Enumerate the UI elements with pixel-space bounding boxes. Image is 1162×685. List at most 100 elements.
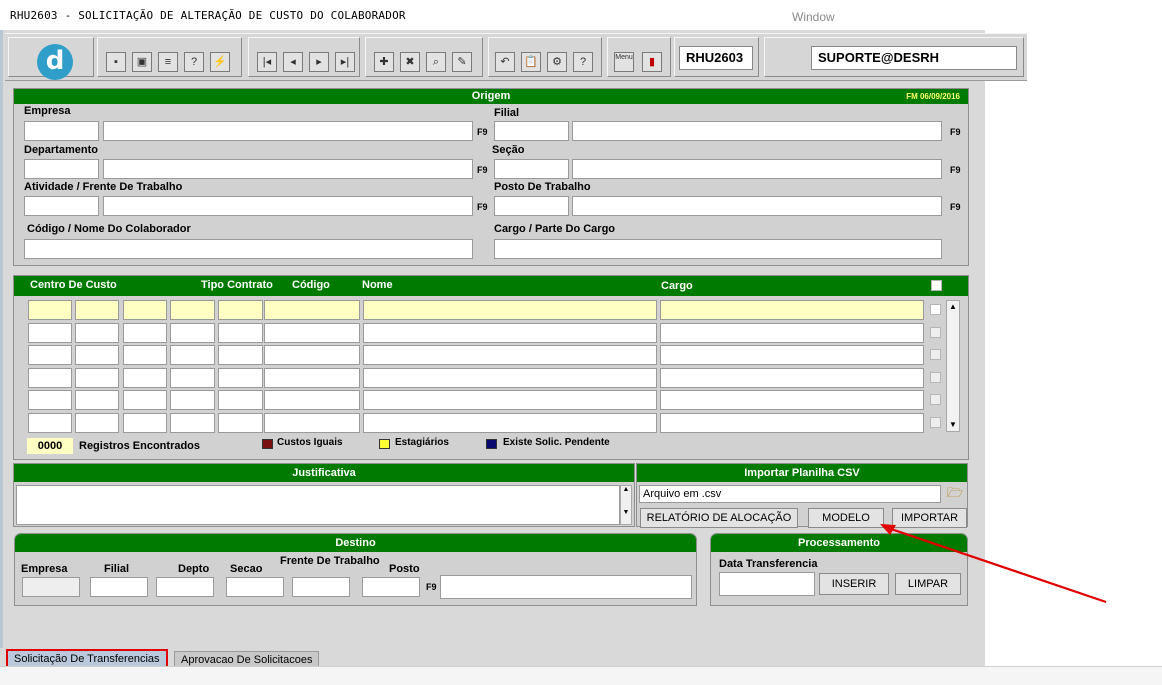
table-cell[interactable] xyxy=(75,345,119,365)
table-cell[interactable] xyxy=(170,345,215,365)
last-record-icon[interactable]: ▸| xyxy=(335,52,355,72)
delete-record-icon[interactable]: ✖ xyxy=(400,52,420,72)
origem-atividade-code-input[interactable] xyxy=(24,196,99,216)
clipboard-icon[interactable]: 📋 xyxy=(521,52,541,72)
destino-posto-code-input[interactable] xyxy=(362,577,420,597)
origem-depto-name-input[interactable] xyxy=(103,159,473,179)
origem-depto-code-input[interactable] xyxy=(24,159,99,179)
table-cell[interactable] xyxy=(218,300,263,320)
table-cell[interactable] xyxy=(28,390,72,410)
help-icon[interactable]: ? xyxy=(573,52,593,72)
table-cell[interactable] xyxy=(123,345,167,365)
origem-colaborador-input[interactable] xyxy=(24,239,473,259)
table-cell[interactable] xyxy=(170,300,215,320)
table-cell[interactable] xyxy=(218,322,263,343)
table-cell[interactable] xyxy=(123,322,167,343)
table-cell[interactable] xyxy=(660,300,924,320)
undo-icon[interactable]: ↶ xyxy=(495,52,515,72)
table-cell[interactable] xyxy=(170,322,215,343)
previous-record-icon[interactable]: ◂ xyxy=(283,52,303,72)
table-cell[interactable] xyxy=(264,367,360,388)
relatorio-alocacao-button[interactable]: RELATÓRIO DE ALOCAÇÃO xyxy=(640,508,798,528)
row-checkbox[interactable] xyxy=(930,371,941,383)
table-cell[interactable] xyxy=(75,412,119,433)
save-icon[interactable]: ▪ xyxy=(106,52,126,72)
query-icon[interactable]: ? xyxy=(184,52,204,72)
origem-filial-name-input[interactable] xyxy=(572,121,942,141)
table-cell[interactable] xyxy=(363,322,657,343)
table-cell[interactable] xyxy=(363,412,657,433)
table-cell[interactable] xyxy=(218,367,263,388)
exit-icon[interactable]: ▮ xyxy=(642,52,662,72)
origem-secao-name-input[interactable] xyxy=(572,159,942,179)
origem-posto-code-input[interactable] xyxy=(494,196,569,216)
table-cell[interactable] xyxy=(218,345,263,365)
row-checkbox[interactable] xyxy=(930,349,941,360)
settings-icon[interactable]: ⚙ xyxy=(547,52,567,72)
window-menu-label[interactable]: Window xyxy=(792,10,835,24)
origem-filial-code-input[interactable] xyxy=(494,121,569,141)
table-cell[interactable] xyxy=(660,412,924,433)
data-transferencia-input[interactable] xyxy=(719,572,815,596)
destino-frente-input[interactable] xyxy=(292,577,350,597)
table-cell[interactable] xyxy=(123,367,167,388)
row-checkbox[interactable] xyxy=(930,394,941,405)
table-cell[interactable] xyxy=(264,300,360,320)
row-checkbox[interactable] xyxy=(930,416,941,428)
scroll-down-icon[interactable]: ▼ xyxy=(947,419,959,431)
table-cell[interactable] xyxy=(264,390,360,410)
execute-query-icon[interactable]: ⚡ xyxy=(210,52,230,72)
table-cell[interactable] xyxy=(660,367,924,388)
table-cell[interactable] xyxy=(363,367,657,388)
table-cell[interactable] xyxy=(75,322,119,343)
window-icon[interactable]: ▣ xyxy=(132,52,152,72)
grid-scrollbar[interactable]: ▲ ▼ xyxy=(946,300,960,432)
table-cell[interactable] xyxy=(170,367,215,388)
table-cell[interactable] xyxy=(264,322,360,343)
search-icon[interactable]: ⌕ xyxy=(426,52,446,72)
origem-empresa-name-input[interactable] xyxy=(103,121,473,141)
table-cell[interactable] xyxy=(264,412,360,433)
first-record-icon[interactable]: |◂ xyxy=(257,52,277,72)
table-cell[interactable] xyxy=(123,412,167,433)
justificativa-scrollbar[interactable]: ▲ ▼ xyxy=(620,485,632,525)
origem-atividade-name-input[interactable] xyxy=(103,196,473,216)
destino-posto-name-input[interactable] xyxy=(440,575,692,599)
table-cell[interactable] xyxy=(28,322,72,343)
table-cell[interactable] xyxy=(264,345,360,365)
table-cell[interactable] xyxy=(28,367,72,388)
destino-filial-input[interactable] xyxy=(90,577,148,597)
edit-icon[interactable]: ✎ xyxy=(452,52,472,72)
menu-icon[interactable]: Menu xyxy=(614,52,634,72)
table-cell[interactable] xyxy=(75,390,119,410)
csv-file-input[interactable]: Arquivo em .csv xyxy=(639,485,941,503)
table-cell[interactable] xyxy=(123,300,167,320)
table-cell[interactable] xyxy=(363,390,657,410)
folder-open-icon[interactable]: 🗁 xyxy=(944,485,966,503)
scroll-up-icon[interactable]: ▲ xyxy=(621,486,631,493)
destino-depto-input[interactable] xyxy=(156,577,214,597)
table-cell[interactable] xyxy=(660,322,924,343)
table-cell[interactable] xyxy=(170,390,215,410)
table-cell[interactable] xyxy=(123,390,167,410)
table-cell[interactable] xyxy=(660,345,924,365)
print-icon[interactable]: ≡ xyxy=(158,52,178,72)
table-cell[interactable] xyxy=(28,300,72,320)
table-cell[interactable] xyxy=(28,345,72,365)
destino-empresa-input[interactable] xyxy=(22,577,80,597)
table-cell[interactable] xyxy=(218,412,263,433)
origem-empresa-code-input[interactable] xyxy=(24,121,99,141)
origem-cargo-input[interactable] xyxy=(494,239,942,259)
insert-record-icon[interactable]: ✚ xyxy=(374,52,394,72)
row-checkbox[interactable] xyxy=(930,326,941,338)
scroll-up-icon[interactable]: ▲ xyxy=(947,301,959,313)
table-cell[interactable] xyxy=(28,412,72,433)
justificativa-textarea[interactable] xyxy=(16,485,620,525)
table-cell[interactable] xyxy=(363,300,657,320)
origem-posto-name-input[interactable] xyxy=(572,196,942,216)
table-cell[interactable] xyxy=(75,367,119,388)
table-cell[interactable] xyxy=(75,300,119,320)
next-record-icon[interactable]: ▸ xyxy=(309,52,329,72)
origem-secao-code-input[interactable] xyxy=(494,159,569,179)
row-checkbox[interactable] xyxy=(930,304,941,315)
